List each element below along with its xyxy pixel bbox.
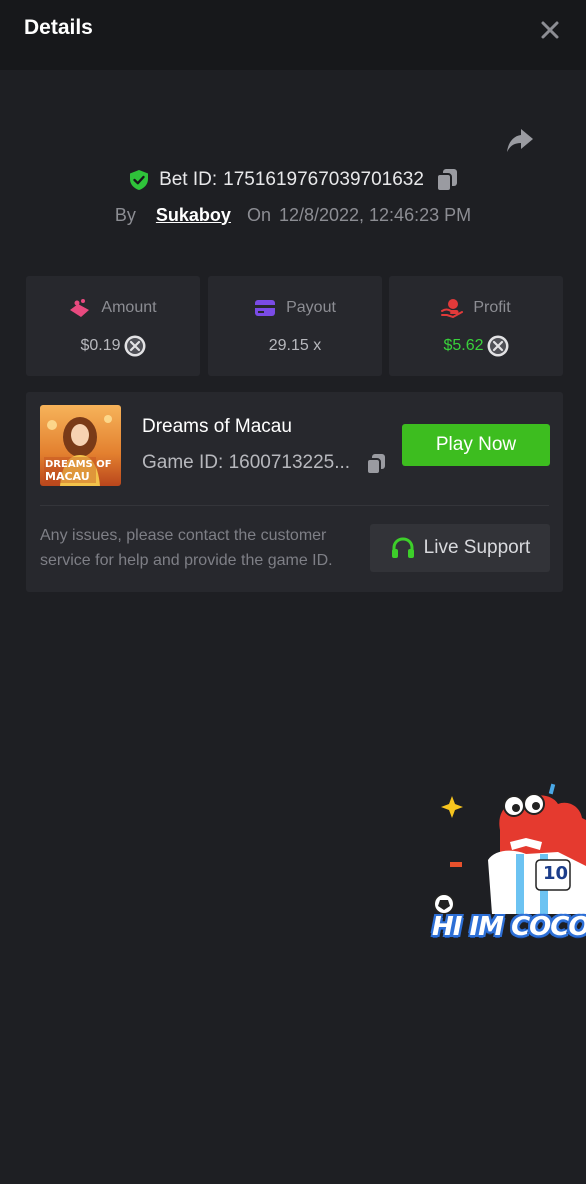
profit-value-row: $5.62 (389, 334, 563, 358)
thumb-title-1: DREAMS OF (45, 459, 112, 470)
profit-card: Profit $5.62 (389, 276, 563, 376)
game-name: Dreams of Macau (142, 416, 292, 437)
username-link[interactable]: Sukaboy (156, 205, 231, 226)
amount-label: Amount (101, 299, 157, 316)
copy-icon[interactable] (366, 453, 386, 475)
profit-label: Profit (473, 299, 511, 316)
bet-meta-row: By Sukaboy On 12/8/2022, 12:46:23 PM (0, 202, 586, 228)
header-bar: Details (0, 0, 586, 70)
coins-icon (70, 299, 90, 317)
mascot-coco[interactable]: 10 HI IM COCO (430, 780, 586, 948)
live-support-label: Live Support (423, 537, 531, 558)
by-label: By (114, 204, 136, 225)
close-icon (541, 21, 559, 39)
copy-icon[interactable] (435, 168, 458, 192)
live-support-button[interactable]: Live Support (370, 524, 550, 572)
payout-card: Payout 29.15 x (208, 276, 382, 376)
payout-value: 29.15 x (268, 337, 322, 354)
amount-card: Amount $0.19 (26, 276, 200, 376)
amount-header: Amount (26, 296, 200, 320)
profit-value: $5.62 (443, 337, 484, 354)
headset-icon (391, 537, 414, 558)
bet-id-value: 1751619767039701632 (223, 169, 424, 190)
hand-coin-icon (441, 299, 464, 318)
share-icon (507, 129, 533, 152)
play-now-button[interactable]: Play Now (402, 424, 550, 466)
currency-icon (124, 335, 146, 357)
jersey-number: 10 (543, 863, 569, 884)
payout-value-row: 29.15 x (208, 334, 382, 358)
wallet-icon (255, 300, 276, 316)
profit-header: Profit (389, 296, 563, 320)
share-button[interactable] (504, 126, 536, 156)
amount-value: $0.19 (80, 337, 121, 354)
game-thumbnail[interactable]: DREAMS OF MACAU (40, 405, 121, 486)
payout-header: Payout (208, 296, 382, 320)
currency-icon (487, 335, 509, 357)
page-title: Details (24, 16, 93, 39)
details-panel: Details Bet ID: 1751619767039701632 By S… (0, 0, 586, 1184)
on-label: On (246, 204, 271, 225)
thumb-title-2: MACAU (45, 470, 90, 483)
stats-row: Amount $0.19 Payout 29.15 x Profit $5.62 (26, 276, 563, 376)
bet-id-row: Bet ID: 1751619767039701632 (0, 166, 586, 194)
game-id: Game ID: 1600713225... (142, 452, 351, 473)
game-card: DREAMS OF MACAU Dreams of Macau Game ID:… (26, 392, 563, 592)
bet-datetime: 12/8/2022, 12:46:23 PM (278, 204, 472, 225)
bet-id-prefix: Bet ID: (159, 169, 218, 190)
amount-value-row: $0.19 (26, 334, 200, 358)
mascot-caption: HI IM COCO (432, 912, 586, 942)
divider (40, 505, 549, 506)
help-text: Any issues, please contact the customer … (40, 527, 333, 569)
close-button[interactable] (536, 16, 564, 44)
payout-label: Payout (286, 299, 336, 316)
shield-check-icon (130, 170, 149, 190)
